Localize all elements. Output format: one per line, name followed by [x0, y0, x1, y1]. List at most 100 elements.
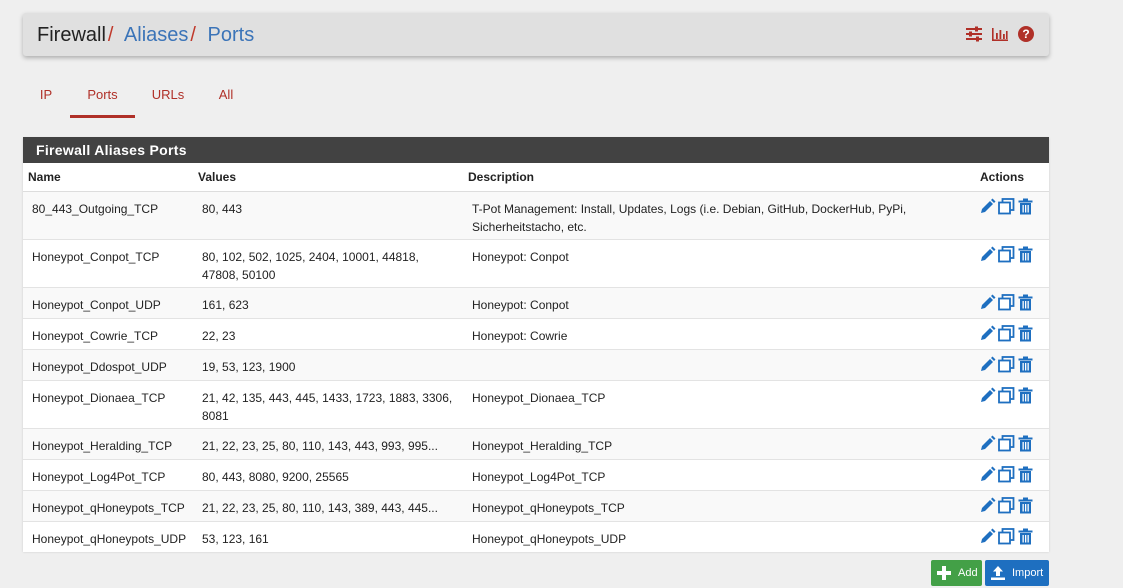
import-button-label: Import — [1012, 567, 1044, 579]
alias-name: Honeypot_qHoneypots_TCP — [23, 489, 193, 521]
edit-pencil-icon[interactable] — [979, 294, 996, 311]
edit-pencil-icon[interactable] — [979, 528, 996, 545]
row-actions — [975, 190, 1049, 239]
row-actions — [975, 489, 1049, 521]
sliders-icon[interactable] — [965, 25, 983, 43]
add-button[interactable]: Add — [931, 560, 982, 586]
edit-pencil-icon[interactable] — [979, 356, 996, 373]
trash-icon[interactable] — [1017, 198, 1034, 215]
trash-icon[interactable] — [1017, 325, 1034, 342]
upload-icon — [990, 565, 1006, 581]
alias-description: Honeypot_Dionaea_TCP — [463, 379, 975, 428]
alias-values: 80, 443, 8080, 9200, 25565 — [193, 458, 463, 490]
breadcrumb-separator: / — [107, 24, 114, 46]
tab-all[interactable]: All — [213, 78, 239, 118]
tab-urls[interactable]: URLs — [147, 78, 189, 118]
alias-name: 80_443_Outgoing_TCP — [23, 190, 193, 239]
table-row[interactable]: Honeypot_Cowrie_TCP 22, 23 Honeypot: Cowri… — [23, 317, 1049, 349]
alias-description: T-Pot Management: Install, Updates, Logs… — [463, 190, 975, 239]
alias-values: 21, 22, 23, 25, 80, 110, 143, 389, 443, … — [193, 489, 463, 521]
aliases-table: Name Values Description Actions 80_443_O… — [23, 163, 1049, 552]
row-actions — [975, 317, 1049, 349]
table-row[interactable]: Honeypot_Conpot_TCP 80, 102, 502, 1025, 2… — [23, 238, 1049, 287]
trash-icon[interactable] — [1017, 246, 1034, 263]
table-row[interactable]: Honeypot_qHoneypots_UDP 53, 123, 161 Honey… — [23, 520, 1049, 552]
column-header-actions: Actions — [975, 163, 1049, 192]
trash-icon[interactable] — [1017, 435, 1034, 452]
alias-values: 80, 443 — [193, 190, 463, 239]
alias-description: Honeypot: Cowrie — [463, 317, 975, 349]
copy-icon[interactable] — [998, 465, 1015, 483]
alias-description: Honeypot_Log4Pot_TCP — [463, 458, 975, 490]
edit-pencil-icon[interactable] — [979, 497, 996, 514]
edit-pencil-icon[interactable] — [979, 466, 996, 483]
breadcrumb-separator: / — [190, 24, 196, 46]
copy-icon[interactable] — [998, 324, 1015, 342]
import-button[interactable]: Import — [985, 560, 1049, 586]
copy-icon[interactable] — [998, 293, 1015, 311]
edit-pencil-icon[interactable] — [979, 435, 996, 452]
alias-description: Honeypot: Conpot — [463, 286, 975, 318]
row-actions — [975, 520, 1049, 552]
svg-text:?: ? — [1022, 27, 1029, 41]
alias-description: Honeypot_qHoneypots_UDP — [463, 520, 975, 552]
copy-icon[interactable] — [998, 527, 1015, 545]
bar-chart-icon[interactable] — [991, 25, 1009, 43]
breadcrumb-aliases-link[interactable]: Aliases — [124, 24, 188, 46]
row-actions — [975, 458, 1049, 490]
table-header-row: Name Values Description Actions — [23, 163, 1049, 192]
breadcrumb-firewall: Firewall — [37, 24, 106, 46]
column-header-description[interactable]: Description — [463, 163, 975, 192]
alias-name: Honeypot_Ddospot_UDP — [23, 348, 193, 380]
alias-values: 19, 53, 123, 1900 — [193, 348, 463, 380]
tab-ports[interactable]: Ports — [70, 78, 135, 118]
copy-icon[interactable] — [998, 197, 1015, 215]
alias-name: Honeypot_Cowrie_TCP — [23, 317, 193, 349]
alias-values: 161, 623 — [193, 286, 463, 318]
trash-icon[interactable] — [1017, 387, 1034, 404]
plus-icon — [936, 565, 952, 581]
tab-ip[interactable]: IP — [31, 78, 61, 118]
trash-icon[interactable] — [1017, 466, 1034, 483]
edit-pencil-icon[interactable] — [979, 387, 996, 404]
table-row[interactable]: Honeypot_Log4Pot_TCP 80, 443, 8080, 9200,… — [23, 458, 1049, 490]
panel-title: Firewall Aliases Ports — [23, 137, 1049, 163]
alias-description: Honeypot: Conpot — [463, 238, 975, 287]
alias-name: Honeypot_Conpot_UDP — [23, 286, 193, 318]
edit-pencil-icon[interactable] — [979, 325, 996, 342]
alias-values: 22, 23 — [193, 317, 463, 349]
trash-icon[interactable] — [1017, 528, 1034, 545]
page-header: Firewall / Aliases / Ports ? — [23, 13, 1049, 56]
table-row[interactable]: Honeypot_Ddospot_UDP 19, 53, 123, 1900 — [23, 348, 1049, 380]
alias-name: Honeypot_Log4Pot_TCP — [23, 458, 193, 490]
table-row[interactable]: Honeypot_Conpot_UDP 161, 623 Honeypot: Con… — [23, 286, 1049, 318]
table-row[interactable]: Honeypot_qHoneypots_TCP 21, 22, 23, 25, 8… — [23, 489, 1049, 521]
edit-pencil-icon[interactable] — [979, 246, 996, 263]
help-icon[interactable]: ? — [1017, 25, 1035, 43]
trash-icon[interactable] — [1017, 497, 1034, 514]
alias-description: Honeypot_qHoneypots_TCP — [463, 489, 975, 521]
alias-values: 21, 22, 23, 25, 80, 110, 143, 443, 993, … — [193, 427, 463, 459]
trash-icon[interactable] — [1017, 356, 1034, 373]
alias-values: 53, 123, 161 — [193, 520, 463, 552]
edit-pencil-icon[interactable] — [979, 198, 996, 215]
alias-description — [463, 348, 975, 380]
breadcrumb: Firewall / Aliases / Ports — [37, 23, 254, 47]
copy-icon[interactable] — [998, 386, 1015, 404]
alias-values: 80, 102, 502, 1025, 2404, 10001, 44818, … — [193, 238, 463, 287]
breadcrumb-ports-link[interactable]: Ports — [208, 24, 255, 46]
copy-icon[interactable] — [998, 355, 1015, 373]
alias-name: Honeypot_Heralding_TCP — [23, 427, 193, 459]
table-row[interactable]: Honeypot_Heralding_TCP 21, 22, 23, 25, 80… — [23, 427, 1049, 459]
row-actions — [975, 238, 1049, 287]
trash-icon[interactable] — [1017, 294, 1034, 311]
add-button-label: Add — [958, 567, 978, 579]
copy-icon[interactable] — [998, 245, 1015, 263]
copy-icon[interactable] — [998, 434, 1015, 452]
table-row[interactable]: 80_443_Outgoing_TCP 80, 443 T-Pot Manageme… — [23, 190, 1049, 239]
alias-name: Honeypot_Dionaea_TCP — [23, 379, 193, 428]
column-header-name[interactable]: Name — [23, 163, 193, 192]
table-row[interactable]: Honeypot_Dionaea_TCP 21, 42, 135, 443, 44… — [23, 379, 1049, 428]
column-header-values[interactable]: Values — [193, 163, 463, 192]
copy-icon[interactable] — [998, 496, 1015, 514]
